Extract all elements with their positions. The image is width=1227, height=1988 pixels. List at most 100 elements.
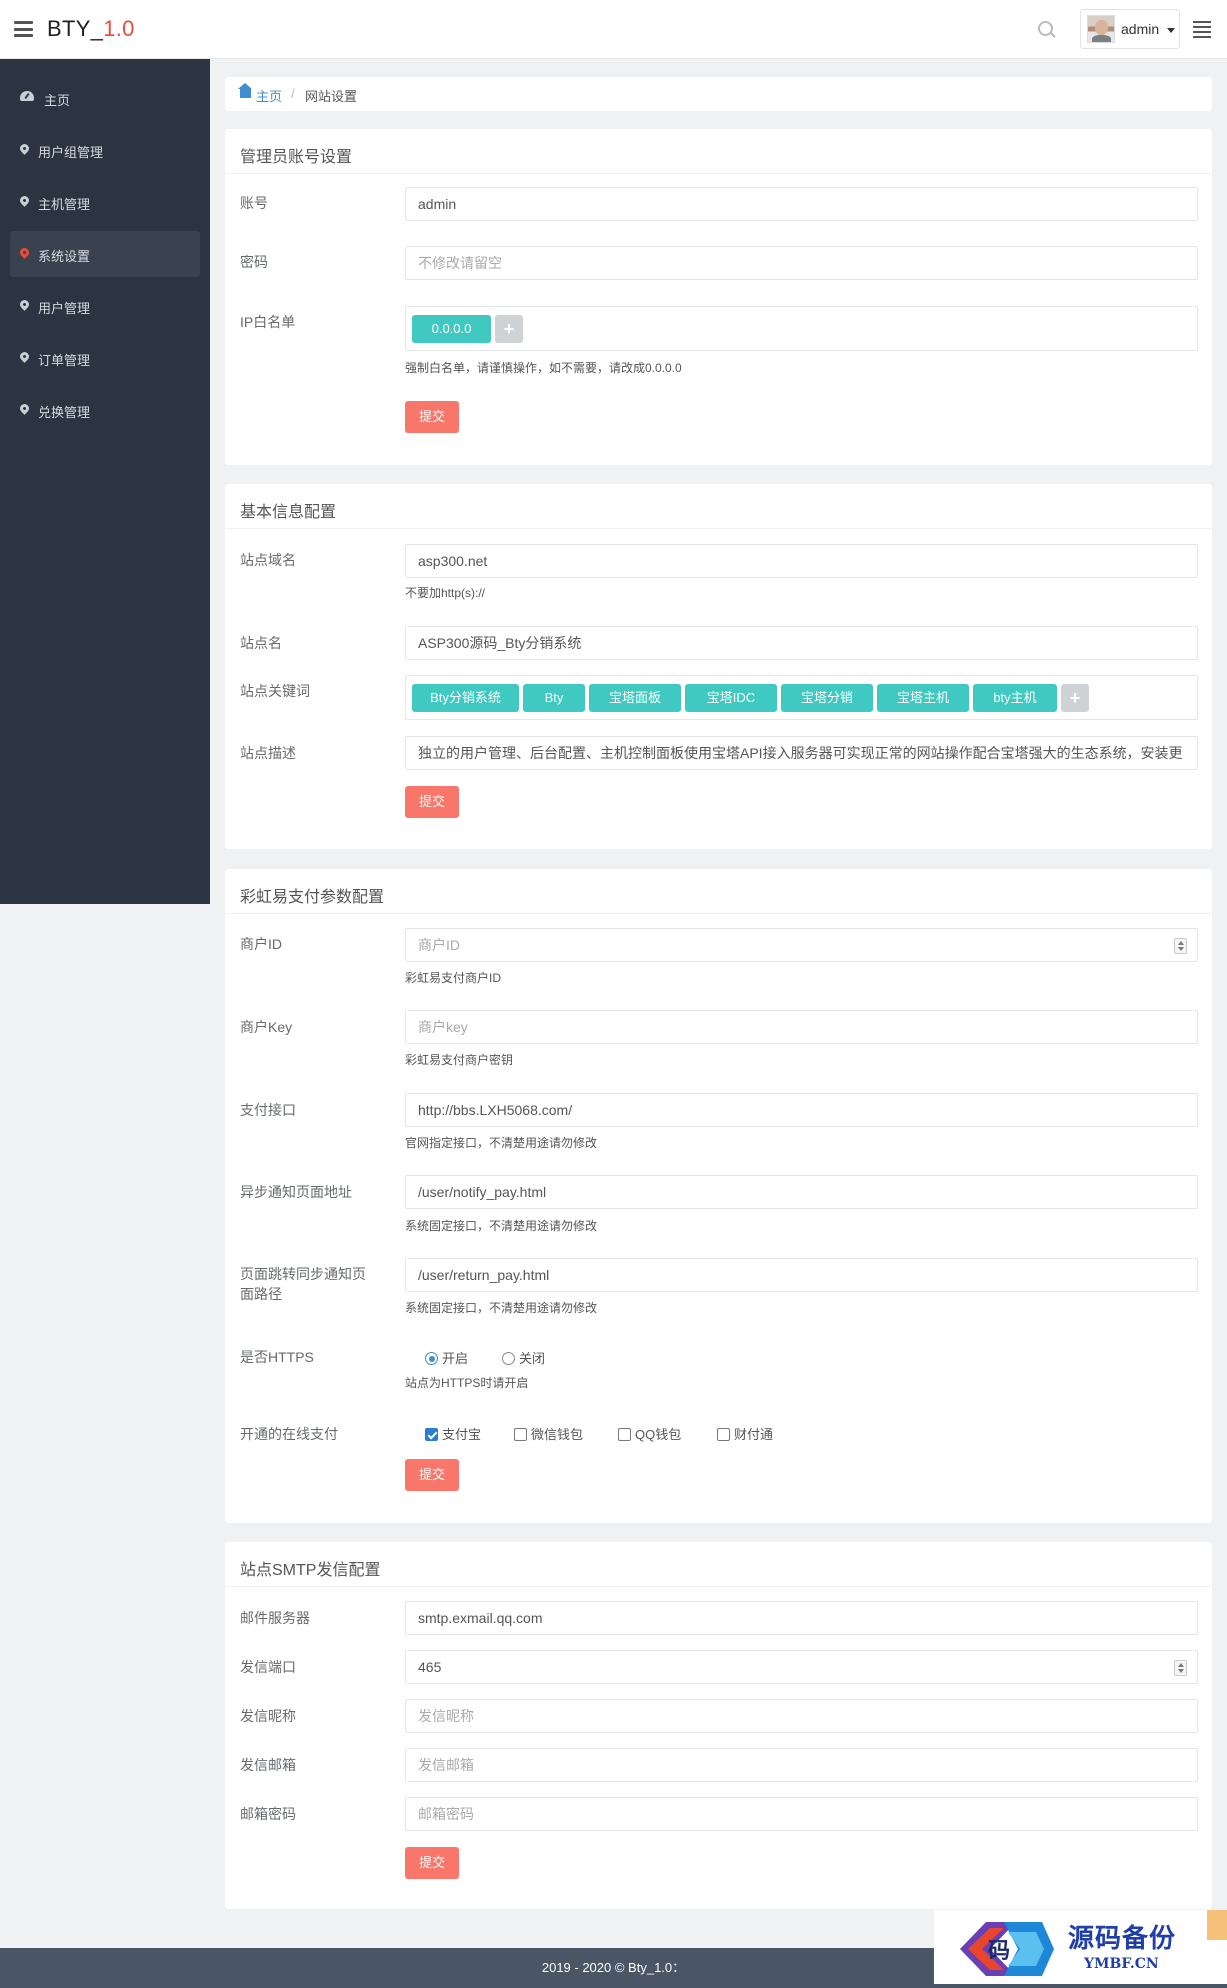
description-label: 站点描述 — [240, 745, 296, 761]
notify-url-label: 异步通知页面地址 — [240, 1184, 352, 1200]
merchant-id-field[interactable]: 商户ID — [405, 928, 1198, 962]
sidebar-item-home[interactable]: 主页 — [10, 75, 200, 121]
smtp-config-panel: 站点SMTP发信配置 邮件服务器 smtp.exmail.qq.com 发信端口… — [225, 1542, 1212, 1909]
merchant-key-field[interactable]: 商户key — [405, 1010, 1198, 1044]
keyword-tag[interactable]: 宝塔面板 — [589, 684, 681, 712]
number-spinner-icon[interactable] — [1174, 938, 1187, 954]
sidebar-item-users[interactable]: 用户管理 — [10, 283, 200, 329]
map-marker-icon — [18, 142, 31, 155]
watermark-logo-char: 码 — [988, 1938, 1010, 1964]
smtp-server-field[interactable]: smtp.exmail.qq.com — [405, 1601, 1198, 1635]
sidebar-item-redeem[interactable]: 兑换管理 — [10, 387, 200, 433]
account-field[interactable]: admin — [405, 187, 1198, 221]
email-password-field[interactable]: 邮箱密码 — [405, 1797, 1198, 1831]
password-field[interactable]: 不修改请留空 — [405, 246, 1198, 280]
return-url-help: 系统固定接口，不清楚用途请勿修改 — [405, 1301, 598, 1315]
add-ip-button[interactable]: + — [495, 315, 523, 343]
keyword-tag[interactable]: 宝塔IDC — [685, 684, 777, 712]
radio-label: 关闭 — [519, 1351, 546, 1366]
map-marker-icon — [18, 246, 31, 259]
smtp-port-value: 465 — [418, 1659, 442, 1675]
sidebar-item-hosts[interactable]: 主机管理 — [10, 179, 200, 225]
notify-url-field[interactable]: /user/notify_pay.html — [405, 1175, 1198, 1209]
breadcrumb-home-link[interactable]: 主页 — [256, 86, 282, 105]
return-url-field[interactable]: /user/return_pay.html — [405, 1258, 1198, 1292]
pay-api-label: 支付接口 — [240, 1102, 296, 1118]
ip-whitelist-label: IP白名单 — [240, 314, 296, 330]
sidebar-item-label: 主页 — [44, 93, 71, 108]
ip-whitelist-help: 强制白名单，请谨慎操作，如不需要，请改成0.0.0.0 — [405, 361, 682, 375]
return-url-label-line1: 页面跳转同步通知页 — [240, 1266, 366, 1282]
user-menu-dropdown[interactable]: admin — [1080, 9, 1180, 49]
brand-name: BTY_ — [47, 16, 104, 41]
add-keyword-button[interactable]: + — [1061, 684, 1089, 712]
merchant-id-label: 商户ID — [240, 936, 282, 952]
basic-info-panel: 基本信息配置 站点域名 asp300.net 不要加http(s):// 站点名… — [225, 484, 1212, 849]
watermark-logo-icon: 码 — [960, 1922, 1054, 1976]
checkbox-box — [514, 1428, 527, 1441]
divider — [225, 528, 1212, 529]
account-label: 账号 — [240, 195, 268, 211]
panel-title: 站点SMTP发信配置 — [240, 1562, 381, 1579]
panel-title: 基本信息配置 — [240, 504, 337, 521]
site-name-label: 站点名 — [240, 635, 282, 651]
map-marker-icon — [18, 298, 31, 311]
password-label: 密码 — [240, 254, 268, 270]
number-spinner-icon[interactable] — [1174, 1660, 1187, 1676]
caret-down-icon — [1167, 28, 1175, 33]
sidebar-item-label: 用户管理 — [38, 301, 91, 316]
home-icon — [238, 83, 252, 98]
checkbox-label: QQ钱包 — [635, 1427, 682, 1442]
submit-button[interactable]: 提交 — [405, 1847, 459, 1879]
sidebar-item-system-settings[interactable]: 系统设置 — [10, 231, 200, 277]
footer-text: 2019 - 2020 © Bty_1.0： — [541, 1960, 686, 1975]
map-marker-icon — [18, 194, 31, 207]
domain-field[interactable]: asp300.net — [405, 544, 1198, 578]
watermark-logo: 码 源码备份 YMBF.CN — [934, 1910, 1227, 1984]
sidebar-item-label: 用户组管理 — [38, 145, 104, 160]
sidebar-item-user-groups[interactable]: 用户组管理 — [10, 127, 200, 173]
merchant-key-help: 彩虹易支付商户密钥 — [405, 1053, 514, 1067]
description-field[interactable]: 独立的用户管理、后台配置、主机控制面板使用宝塔API接入服务器可实现正常的网站操… — [405, 736, 1198, 770]
domain-help: 不要加http(s):// — [405, 586, 486, 600]
keyword-tag[interactable]: bty主机 — [973, 684, 1057, 712]
radio-dot — [425, 1352, 438, 1365]
map-marker-icon — [18, 402, 31, 415]
merchant-key-label: 商户Key — [240, 1019, 293, 1035]
brand-logo[interactable]: BTY_1.0 — [47, 16, 135, 42]
keywords-tag-input[interactable]: Bty分销系统 Bty 宝塔面板 宝塔IDC 宝塔分销 宝塔主机 bty主机 + — [405, 675, 1198, 720]
user-name: admin — [1121, 21, 1160, 37]
brand-version: 1.0 — [103, 16, 135, 41]
merchant-id-placeholder: 商户ID — [418, 937, 460, 953]
ip-whitelist-tag-input[interactable]: 0.0.0.0 + — [405, 306, 1198, 351]
pay-api-help: 官网指定接口，不清楚用途请勿修改 — [405, 1136, 598, 1150]
submit-button[interactable]: 提交 — [405, 401, 459, 433]
keyword-tag[interactable]: 宝塔分销 — [781, 684, 873, 712]
https-label: 是否HTTPS — [240, 1349, 314, 1365]
divider — [225, 173, 1212, 174]
right-sidebar-toggle-icon[interactable] — [1193, 21, 1211, 38]
divider — [225, 913, 1212, 914]
merchant-id-help: 彩虹易支付商户ID — [405, 971, 502, 985]
menu-toggle-icon[interactable] — [14, 21, 33, 37]
site-name-field[interactable]: ASP300源码_Bty分销系统 — [405, 626, 1198, 660]
sender-email-field[interactable]: 发信邮箱 — [405, 1748, 1198, 1782]
payment-config-panel: 彩虹易支付参数配置 商户ID 商户ID 彩虹易支付商户ID 商户Key 商户ke… — [225, 869, 1212, 1523]
keyword-tag[interactable]: 宝塔主机 — [877, 684, 969, 712]
smtp-port-field[interactable]: 465 — [405, 1650, 1198, 1684]
keyword-tag[interactable]: Bty — [523, 684, 585, 712]
checkbox-box — [425, 1428, 438, 1441]
search-icon[interactable] — [1038, 21, 1053, 36]
sender-nick-field[interactable]: 发信昵称 — [405, 1699, 1198, 1733]
https-help: 站点为HTTPS时请开启 — [405, 1376, 529, 1390]
submit-button[interactable]: 提交 — [405, 1459, 459, 1491]
keyword-tag[interactable]: Bty分销系统 — [412, 684, 519, 712]
checkbox-label: 微信钱包 — [531, 1427, 584, 1442]
sidebar-item-orders[interactable]: 订单管理 — [10, 335, 200, 381]
avatar — [1087, 15, 1115, 43]
submit-button[interactable]: 提交 — [405, 786, 459, 818]
checkbox-box — [717, 1428, 730, 1441]
ip-tag[interactable]: 0.0.0.0 — [412, 315, 491, 343]
pay-api-field[interactable]: http://bbs.LXH5068.com/ — [405, 1093, 1198, 1127]
sidebar-item-label: 主机管理 — [38, 197, 91, 212]
